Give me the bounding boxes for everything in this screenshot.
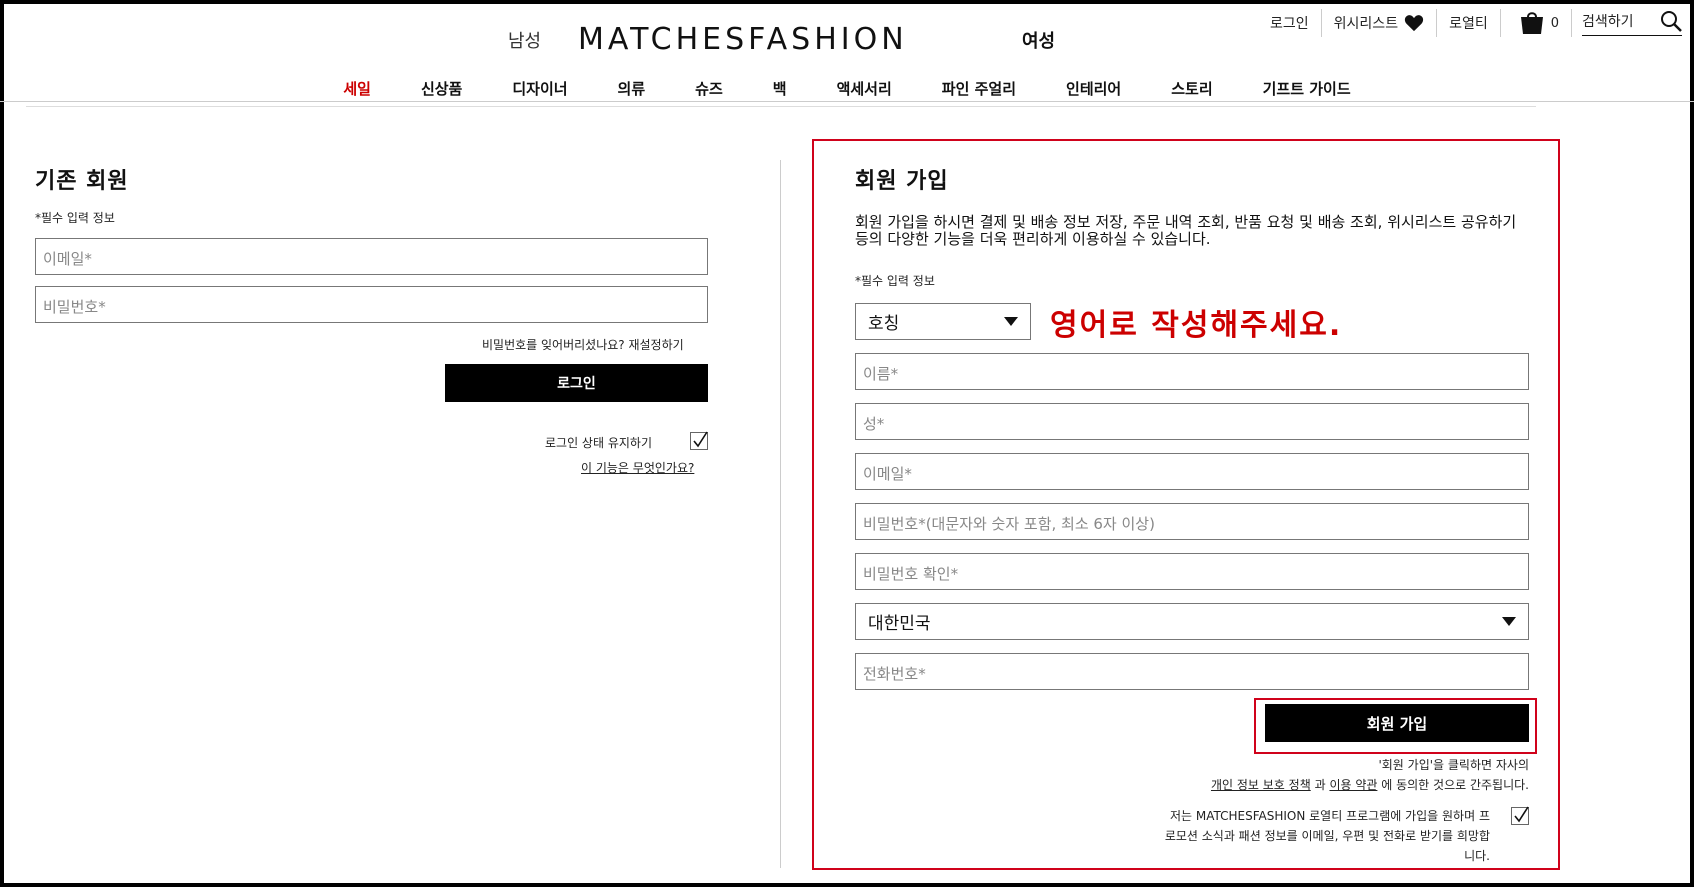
terms-line-2: 개인 정보 보호 정책 과 이용 약관 에 동의한 것으로 간주됩니다. <box>1211 776 1529 793</box>
register-email-placeholder: 이메일* <box>863 465 912 483</box>
column-divider <box>780 160 781 868</box>
nav-item-shoes[interactable]: 슈즈 <box>670 78 748 99</box>
caret-down-icon <box>1502 617 1516 626</box>
login-email-field[interactable]: 이메일* <box>35 238 708 275</box>
nav-item-new[interactable]: 신상품 <box>396 78 487 99</box>
remember-me-checkbox[interactable] <box>690 431 708 450</box>
nav-item-designers[interactable]: 디자이너 <box>487 78 592 99</box>
nav-women-link[interactable]: 여성 <box>1022 27 1055 53</box>
last-name-field[interactable]: 성* <box>855 403 1529 440</box>
search-input[interactable]: 검색하기 <box>1582 10 1682 36</box>
register-title: 회원 가입 <box>855 169 949 194</box>
nav-item-stories[interactable]: 스토리 <box>1146 78 1237 99</box>
terms-and: 과 <box>1314 778 1326 792</box>
login-link[interactable]: 로그인 <box>1258 9 1322 37</box>
english-only-note: 영어로 작성해주세요. <box>1050 308 1343 343</box>
wishlist-label: 위시리스트 <box>1333 16 1399 32</box>
register-email-field[interactable]: 이메일* <box>855 453 1529 490</box>
wishlist-link[interactable]: 위시리스트 <box>1322 9 1438 37</box>
register-description: 회원 가입을 하시면 결제 및 배송 정보 저장, 주문 내역 조회, 반품 요… <box>855 213 1517 248</box>
nav-divider-secondary <box>26 106 1536 107</box>
register-password-placeholder: 비밀번호*(대문자와 숫자 포함, 최소 6자 이상) <box>863 515 1155 533</box>
loyalty-optin-checkbox[interactable] <box>1511 806 1529 825</box>
login-label: 로그인 <box>1270 16 1309 32</box>
last-name-placeholder: 성* <box>863 415 885 433</box>
site-logo[interactable]: MATCHESFASHION <box>578 22 908 57</box>
shopping-bag-icon <box>1520 12 1543 34</box>
nav-item-accessories[interactable]: 액세서리 <box>812 78 917 99</box>
heart-icon <box>1404 15 1424 32</box>
register-required-note: *필수 입력 정보 <box>855 274 935 288</box>
terms-line-1: '회원 가입'을 클릭하면 자사의 <box>1378 758 1529 772</box>
nav-item-fine-jewellery[interactable]: 파인 주얼리 <box>917 78 1041 99</box>
forgot-password-link[interactable]: 비밀번호를 잊어버리셨나요? 재설정하기 <box>482 336 684 353</box>
terms-end: 에 동의한 것으로 간주됩니다. <box>1381 778 1529 792</box>
main-nav: 세일 신상품 디자이너 의류 슈즈 백 액세서리 파인 주얼리 인테리어 스토리… <box>0 78 1694 99</box>
country-select[interactable]: 대한민국 <box>855 603 1529 640</box>
cart-link[interactable]: 0 <box>1501 9 1572 37</box>
password-confirm-field[interactable]: 비밀번호 확인* <box>855 553 1529 590</box>
loyalty-link[interactable]: 로열티 <box>1437 9 1501 37</box>
caret-down-icon <box>1004 317 1018 326</box>
checkmark-icon <box>693 431 708 448</box>
nav-divider <box>0 101 1694 102</box>
register-password-field[interactable]: 비밀번호*(대문자와 숫자 포함, 최소 6자 이상) <box>855 503 1529 540</box>
login-button[interactable]: 로그인 <box>445 364 708 402</box>
title-select[interactable]: 호칭 <box>855 303 1031 340</box>
loyalty-label: 로열티 <box>1449 16 1488 32</box>
cart-count: 0 <box>1550 15 1559 31</box>
login-title: 기존 회원 <box>35 169 129 194</box>
first-name-field[interactable]: 이름* <box>855 353 1529 390</box>
phone-placeholder: 전화번호* <box>863 665 926 683</box>
nav-item-clothing[interactable]: 의류 <box>593 78 671 99</box>
terms-of-use-link[interactable]: 이용 약관 <box>1329 778 1377 792</box>
login-required-note: *필수 입력 정보 <box>35 211 115 225</box>
login-password-placeholder: 비밀번호* <box>43 298 106 316</box>
nav-men-link[interactable]: 남성 <box>508 27 541 53</box>
loyalty-optin-text: 저는 MATCHESFASHION 로열티 프로그램에 가입을 원하며 프로모션… <box>1164 809 1490 863</box>
search-icon[interactable] <box>1660 10 1682 32</box>
first-name-placeholder: 이름* <box>863 365 899 383</box>
privacy-policy-link[interactable]: 개인 정보 보호 정책 <box>1211 778 1311 792</box>
remember-me-label: 로그인 상태 유지하기 <box>545 436 652 450</box>
country-select-value: 대한민국 <box>868 614 931 634</box>
nav-item-gift-guide[interactable]: 기프트 가이드 <box>1238 78 1376 99</box>
nav-item-interiors[interactable]: 인테리어 <box>1041 78 1146 99</box>
utility-bar: 로그인 위시리스트 로열티 0 검색하기 <box>1258 8 1682 38</box>
title-select-value: 호칭 <box>868 314 900 334</box>
nav-item-sale[interactable]: 세일 <box>318 78 396 99</box>
login-email-placeholder: 이메일* <box>43 250 92 268</box>
phone-field[interactable]: 전화번호* <box>855 653 1529 690</box>
login-password-field[interactable]: 비밀번호* <box>35 286 708 323</box>
checkmark-icon <box>1514 806 1529 823</box>
search-placeholder: 검색하기 <box>1582 14 1634 30</box>
password-confirm-placeholder: 비밀번호 확인* <box>863 565 959 583</box>
register-button[interactable]: 회원 가입 <box>1265 704 1529 742</box>
what-is-this-link[interactable]: 이 기능은 무엇인가요? <box>581 459 694 476</box>
nav-item-bags[interactable]: 백 <box>748 78 812 99</box>
